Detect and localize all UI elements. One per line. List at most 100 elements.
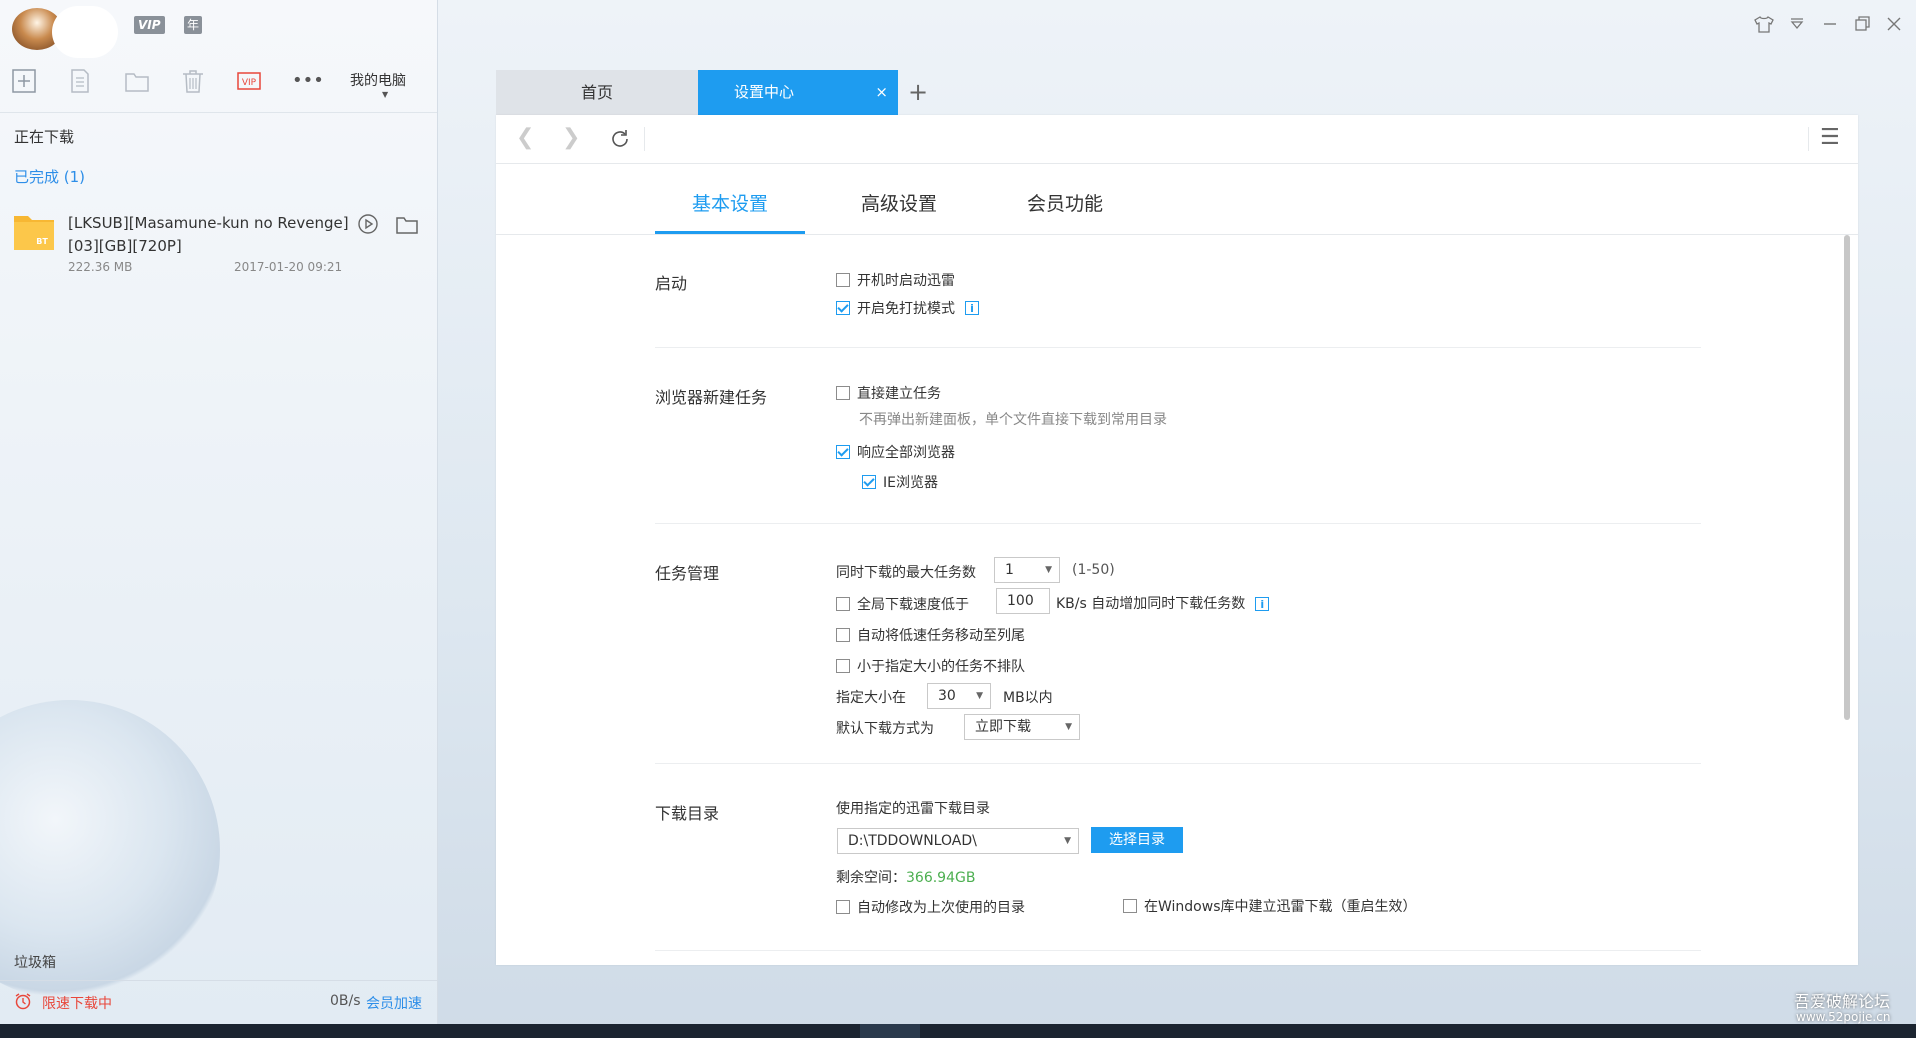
checkbox-box[interactable] [836,301,850,315]
dnd-mode-checkbox[interactable]: 开启免打扰模式 i [836,298,979,318]
completed-section[interactable]: 已完成 (1) [14,166,85,187]
divider [655,950,1701,951]
divider [644,127,645,151]
free-space: 剩余空间：366.94GB [836,867,975,887]
boot-launch-checkbox[interactable]: 开机时启动迅雷 [836,270,955,290]
checkbox-label: 自动修改为上次使用的目录 [857,900,1025,916]
skin-icon[interactable] [1752,12,1776,36]
select-value: 立即下载 [975,719,1031,735]
os-taskbar [0,1024,1916,1038]
close-icon[interactable] [1882,12,1906,36]
small-no-queue-checkbox[interactable]: 小于指定大小的任务不排队 [836,656,1025,676]
checkbox-box[interactable] [1123,899,1137,913]
all-browsers-checkbox[interactable]: 响应全部浏览器 [836,442,955,462]
folder-icon[interactable] [124,68,150,94]
size-label: 指定大小在 [836,690,906,706]
play-icon[interactable] [357,213,379,235]
bt-file-icon: BT [14,212,54,250]
close-tab-icon[interactable]: × [875,70,888,115]
chevron-down-icon[interactable]: ▼ [382,90,388,99]
file-name[interactable]: [LKSUB][Masamune-kun no Revenge][03][GB]… [68,212,358,258]
divider [655,347,1701,348]
info-icon[interactable]: i [965,301,979,315]
size-unit: MB以内 [1003,690,1053,706]
checkbox-box[interactable] [836,386,850,400]
watermark-url: www.52pojie.cn [1796,1010,1891,1024]
member-boost-link[interactable]: 会员加速 [366,993,422,1013]
username-blurred [52,6,118,58]
checkbox-box[interactable] [836,628,850,642]
scrollbar-thumb[interactable] [1844,235,1850,720]
vip-icon[interactable]: VIP [236,68,262,94]
windows-library-checkbox[interactable]: 在Windows库中建立迅雷下载（重启生效） [1123,896,1417,916]
free-space-label: 剩余空间： [836,870,906,886]
checkbox-box[interactable] [836,273,850,287]
add-tab-button[interactable]: + [908,78,928,106]
checkbox-box[interactable] [836,900,850,914]
move-slow-checkbox[interactable]: 自动将低速任务移动至列尾 [836,625,1025,645]
my-pc-dropdown[interactable]: 我的电脑 [350,70,406,90]
new-task-icon[interactable] [11,68,37,94]
more-icon[interactable]: ••• [292,68,324,94]
checkbox-box[interactable] [862,475,876,489]
size-select[interactable]: 30 ▼ [927,683,991,709]
download-sidebar [0,0,438,1024]
downloading-section[interactable]: 正在下载 [14,126,74,147]
checkbox-box[interactable] [836,597,850,611]
speed-limit-status[interactable]: 限速下载中 [42,993,112,1013]
chevron-down-icon: ▼ [1065,722,1072,732]
max-tasks-range: (1-50) [1072,562,1115,578]
divider [655,523,1701,524]
checkbox-label: 开机时启动迅雷 [857,273,955,289]
checkbox-label: 全局下载速度低于 [857,597,969,613]
free-space-value: 366.94GB [906,870,976,886]
forward-icon[interactable]: ❯ [562,125,580,150]
taskbar-active-app[interactable] [860,1024,920,1038]
back-icon[interactable]: ❮ [516,125,534,150]
chevron-down-icon: ▼ [976,691,983,701]
file-icon[interactable] [67,68,93,94]
checkbox-label: IE浏览器 [883,475,938,491]
checkbox-label: 自动将低速任务移动至列尾 [857,628,1025,644]
speed-below-checkbox[interactable]: 全局下载速度低于 [836,594,969,614]
info-icon[interactable]: i [1255,597,1270,611]
minimize-icon[interactable] [1818,12,1842,36]
tab-settings[interactable]: 设置中心 × [698,70,898,115]
checkbox-box[interactable] [836,659,850,673]
svg-text:VIP: VIP [242,78,257,88]
tab-member-features[interactable]: 会员功能 [1027,189,1103,216]
menu-dropdown-icon[interactable] [1785,12,1809,36]
checkbox-box[interactable] [836,445,850,459]
default-mode-select[interactable]: 立即下载 ▼ [964,714,1080,740]
direct-create-hint: 不再弹出新建面板，单个文件直接下载到常用目录 [859,412,1167,428]
checkbox-label: 响应全部浏览器 [857,445,955,461]
tab-advanced-settings[interactable]: 高级设置 [861,189,937,216]
auto-last-dir-checkbox[interactable]: 自动修改为上次使用的目录 [836,897,1025,917]
direct-create-checkbox[interactable]: 直接建立任务 [836,383,941,403]
ie-browser-checkbox[interactable]: IE浏览器 [862,472,938,492]
tab-home[interactable]: 首页 [496,70,698,115]
download-dir-select[interactable]: D:\TDDOWNLOAD\ ▼ [837,828,1079,854]
max-tasks-label: 同时下载的最大任务数 [836,565,976,581]
open-folder-icon[interactable] [396,215,418,235]
checkbox-label: 开启免打扰模式 [857,301,955,317]
refresh-icon[interactable] [608,127,632,151]
vip-badge: VIP [134,16,165,34]
trash-icon[interactable] [180,68,206,94]
group-label-browser: 浏览器新建任务 [655,388,768,407]
choose-directory-button[interactable]: 选择目录 [1091,827,1183,853]
divider [655,763,1701,764]
select-value: 30 [938,688,956,704]
max-tasks-select[interactable]: 1 ▼ [994,557,1060,583]
speed-below-suffix-text: KB/s 自动增加同时下载任务数 [1056,596,1246,612]
checkbox-label: 直接建立任务 [857,386,941,402]
default-mode-label: 默认下载方式为 [836,721,934,737]
speed-below-input[interactable]: 100 [996,588,1050,614]
trash-section[interactable]: 垃圾箱 [14,952,56,972]
tab-basic-settings[interactable]: 基本设置 [692,189,768,216]
checkbox-label: 在Windows库中建立迅雷下载（重启生效） [1144,899,1417,915]
hamburger-menu-icon[interactable]: ☰ [1820,125,1840,150]
maximize-icon[interactable] [1850,12,1874,36]
settings-panel: ❮ ❯ ☰ 基本设置 高级设置 会员功能 启动 开机时启动迅雷 开启免打扰模式 … [496,115,1858,965]
clock-icon [14,992,32,1010]
